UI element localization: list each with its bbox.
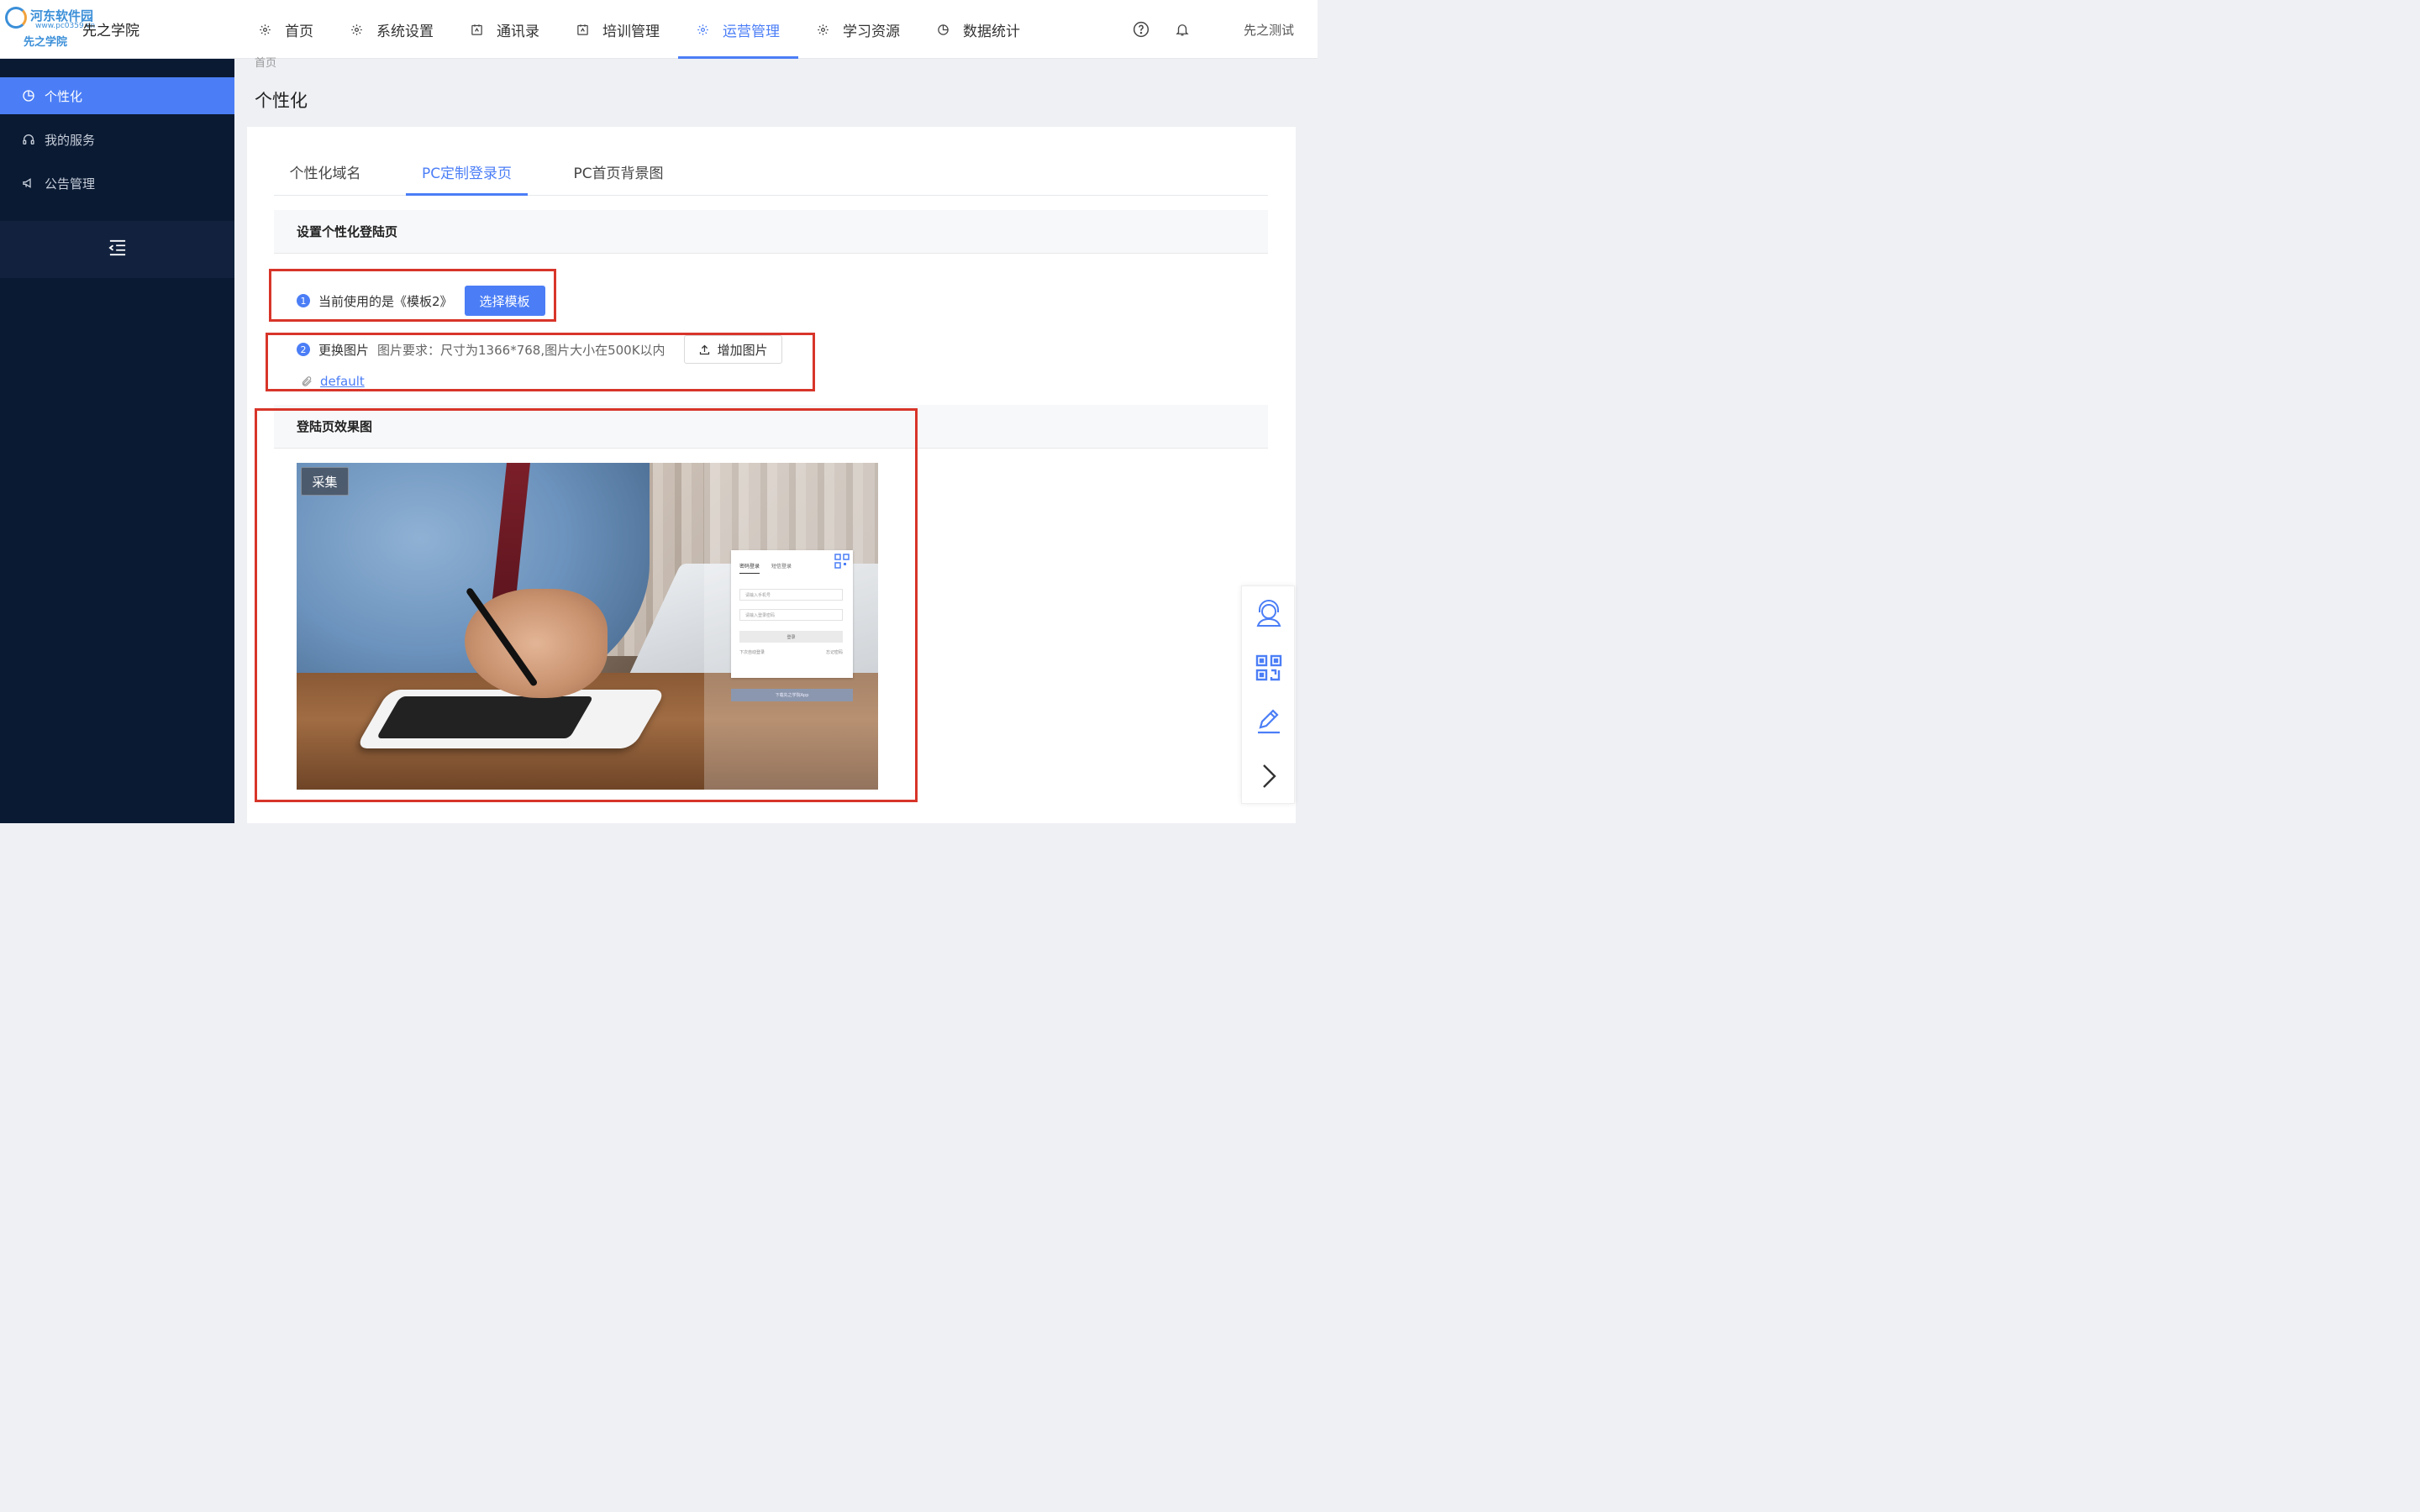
pie-chart-icon	[937, 24, 950, 36]
section-heading: 设置个性化登陆页	[274, 210, 1268, 254]
sidebar-item-label: 公告管理	[45, 176, 96, 192]
nav-label: 运营管理	[723, 23, 780, 40]
image-row: 2 更换图片 图片要求：尺寸为1366*768,图片大小在500K以内 增加图片	[297, 334, 782, 365]
tab-label: PC定制登录页	[421, 165, 513, 182]
nav-label: 首页	[285, 23, 313, 40]
tab-label: PC首页背景图	[573, 165, 664, 182]
nav-item-contacts[interactable]: 通讯录	[452, 0, 558, 59]
attachment-row: default	[301, 372, 365, 391]
top-header: 河东软件园 www.pc0359.cn 先之学院 先之学院 首页 系统设置 通讯…	[0, 0, 1318, 59]
sidebar-item-my-services[interactable]: 我的服务	[0, 121, 234, 158]
image-requirement-hint: 图片要求：尺寸为1366*768,图片大小在500K以内	[377, 342, 666, 358]
tab-pc-home-background[interactable]: PC首页背景图	[560, 148, 677, 196]
contacts-icon	[471, 24, 483, 36]
nav-item-statistics[interactable]: 数据统计	[918, 0, 1039, 59]
gear-icon	[350, 24, 363, 36]
customer-service-icon[interactable]	[1254, 598, 1284, 628]
nav-item-home[interactable]: 首页	[240, 0, 332, 59]
step-number: 1	[297, 294, 310, 307]
upload-icon	[698, 344, 711, 356]
template-row: 1 当前使用的是《模板2》 选择模板	[297, 286, 545, 316]
nav-item-training[interactable]: 培训管理	[558, 0, 678, 59]
nav-item-operations[interactable]: 运营管理	[678, 0, 798, 59]
logo[interactable]: 河东软件园 www.pc0359.cn 先之学院 先之学院	[5, 5, 173, 52]
step-number: 2	[297, 343, 310, 356]
help-icon[interactable]	[1133, 21, 1150, 38]
nav-item-system-settings[interactable]: 系统设置	[332, 0, 452, 59]
nav-label: 系统设置	[376, 23, 434, 40]
chevron-right-icon[interactable]	[1254, 761, 1284, 791]
preview-auto-login: 下次自动登录	[739, 650, 765, 655]
nav-label: 数据统计	[963, 23, 1020, 40]
main-nav: 首页 系统设置 通讯录 培训管理 运营管理 学习资源 数据统计	[240, 0, 1039, 59]
page-title: 个性化	[255, 91, 308, 111]
attachment-link[interactable]: default	[320, 374, 365, 389]
add-image-label: 增加图片	[717, 342, 768, 358]
section-heading: 登陆页效果图	[274, 405, 1268, 449]
preview-tablet	[355, 690, 667, 748]
watermark-sub: 先之学院	[24, 36, 68, 49]
nav-item-learning-resources[interactable]: 学习资源	[798, 0, 918, 59]
pie-chart-icon	[22, 89, 35, 102]
tab-pc-login-page[interactable]: PC定制登录页	[406, 148, 528, 196]
tab-label: 个性化域名	[289, 165, 361, 182]
sidebar-item-label: 我的服务	[45, 132, 96, 148]
preview-download-app: 下载先之学院App	[731, 689, 853, 701]
preview-tab-password: 密码登录	[739, 562, 760, 574]
preview-login-card: 密码登录 短信登录 请输入手机号 请输入登录密码 登录 下次自动登录 忘记密码	[731, 550, 853, 678]
megaphone-icon	[22, 176, 35, 190]
sidebar-item-announcements[interactable]: 公告管理	[0, 165, 234, 202]
edit-icon[interactable]	[1254, 706, 1284, 736]
nav-label: 通讯录	[497, 23, 539, 40]
nav-label: 培训管理	[602, 23, 660, 40]
collect-button[interactable]: 采集	[301, 467, 349, 496]
preview-tab-sms: 短信登录	[771, 564, 792, 570]
app-name: 先之学院	[82, 23, 139, 39]
bell-icon[interactable]	[1174, 21, 1191, 38]
sidebar-item-personalization[interactable]: 个性化	[0, 77, 234, 114]
preview-forgot-password: 忘记密码	[825, 650, 843, 655]
floating-toolbar	[1241, 585, 1295, 804]
qr-code-icon[interactable]	[1254, 653, 1284, 683]
preview-password-field: 请输入登录密码	[739, 609, 843, 621]
collapse-menu-icon	[108, 239, 127, 260]
preview-phone-field: 请输入手机号	[739, 589, 843, 601]
gear-icon	[259, 24, 271, 36]
paperclip-icon	[301, 375, 313, 387]
sidebar-item-label: 个性化	[45, 88, 83, 104]
gear-icon	[697, 24, 709, 36]
headset-icon	[22, 133, 35, 146]
preview-login-button: 登录	[739, 631, 843, 643]
watermark-logo-icon	[5, 7, 27, 29]
tab-custom-domain[interactable]: 个性化域名	[274, 148, 376, 196]
change-image-label: 更换图片	[318, 342, 370, 358]
nav-label: 学习资源	[843, 23, 900, 40]
login-preview-image: 采集 密码登录 短信登录 请输入手机号 请输入登录密码 登录 下次自动登录 忘记…	[297, 463, 878, 790]
add-image-button[interactable]: 增加图片	[683, 335, 782, 364]
tab-bar: 个性化域名 PC定制登录页 PC首页背景图	[274, 148, 1268, 196]
contacts-icon	[576, 24, 589, 36]
select-template-button[interactable]: 选择模板	[464, 286, 545, 316]
breadcrumb[interactable]: 首页	[255, 54, 276, 70]
current-template-text: 当前使用的是《模板2》	[318, 293, 453, 309]
sidebar-collapse-button[interactable]	[0, 221, 234, 278]
sidebar: 个性化 我的服务 公告管理	[0, 59, 234, 823]
user-name[interactable]: 先之测试	[1244, 21, 1294, 39]
gear-icon	[817, 24, 829, 36]
qr-code-icon	[834, 554, 850, 569]
